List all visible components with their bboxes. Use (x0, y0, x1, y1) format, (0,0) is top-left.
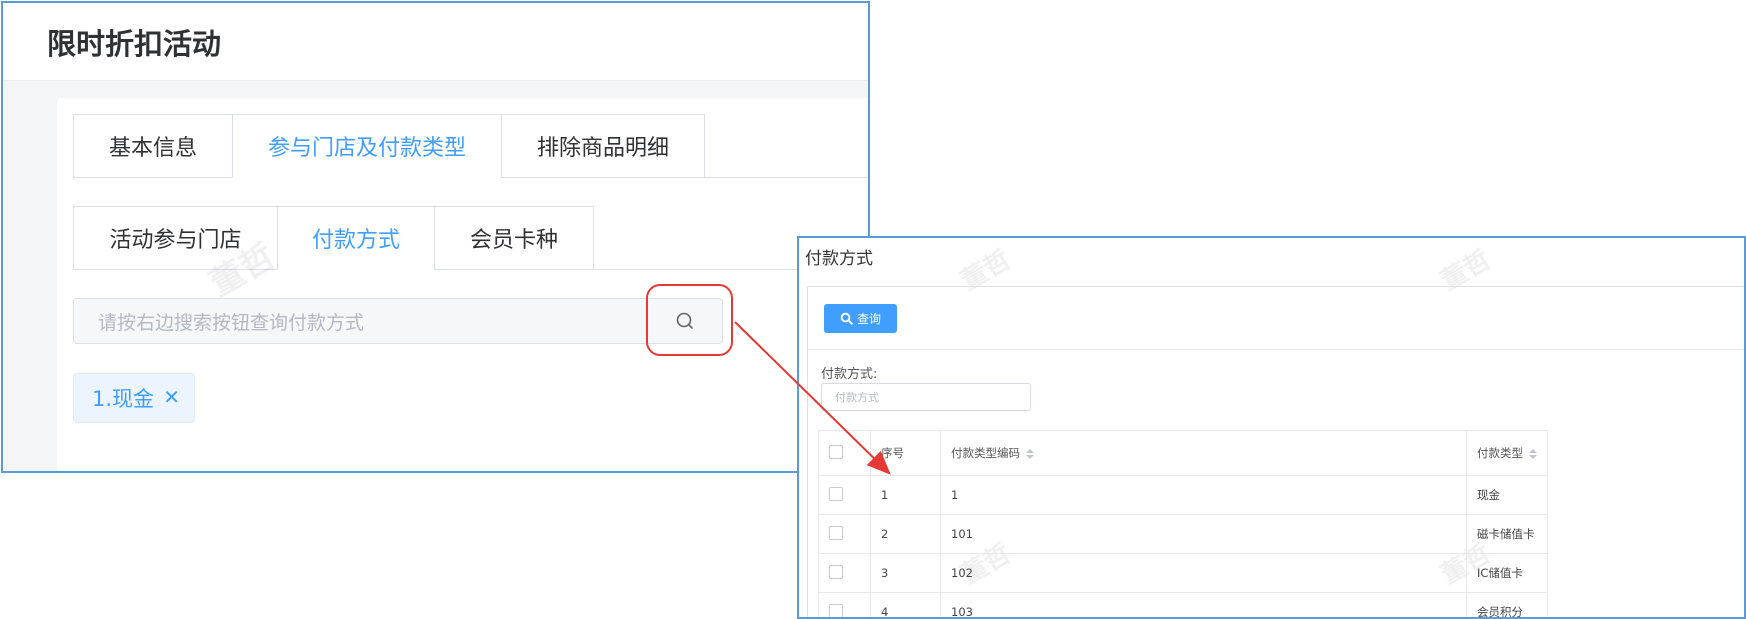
payment-type-table: 序号 付款类型编码 付款类型 1 1 现金 2 101 磁卡储值卡 3 102 … (818, 430, 1548, 617)
sort-icon[interactable] (1026, 448, 1034, 459)
row-select-cell (818, 475, 871, 515)
column-header-type[interactable]: 付款类型 (1466, 430, 1548, 476)
table-row[interactable]: 4 103 会员积分 (818, 592, 1548, 617)
row-checkbox[interactable] (829, 564, 843, 579)
dialog-title: 付款方式 (805, 249, 873, 269)
payment-search-box: 请按右边搜索按钮查询付款方式 (73, 298, 723, 344)
column-header-no: 序号 (870, 430, 941, 476)
page-header: 限时折扣活动 (3, 3, 868, 81)
tab-payment-method[interactable]: 付款方式 (277, 206, 435, 270)
toolbar-divider (808, 349, 1744, 350)
sort-icon[interactable] (1529, 448, 1537, 459)
tab-participating-stores[interactable]: 活动参与门店 (73, 206, 278, 270)
table-row[interactable]: 2 101 磁卡储值卡 (818, 514, 1548, 554)
row-checkbox[interactable] (829, 603, 843, 617)
search-button-highlight (646, 284, 733, 356)
close-icon[interactable]: ✕ (163, 385, 180, 409)
tab-basic-info[interactable]: 基本信息 (73, 114, 233, 178)
tab-excluded-products[interactable]: 排除商品明细 (501, 114, 705, 178)
select-all-checkbox[interactable] (829, 444, 843, 459)
selected-payment-tag: 1.现金 ✕ (73, 373, 195, 423)
column-header-code-label: 付款类型编码 (951, 446, 1020, 460)
row-type: 会员积分 (1466, 592, 1548, 617)
payment-method-dialog: 付款方式 董哲 董哲 董哲 董哲 查询 付款方式: 付款方式 序号 付款类型编码… (797, 236, 1746, 619)
row-code: 103 (940, 592, 1467, 617)
discount-activity-page: 限时折扣活动 基本信息 参与门店及付款类型 排除商品明细 活动参与门店 付款方式… (1, 1, 870, 473)
query-button-label: 查询 (856, 312, 881, 326)
column-header-type-label: 付款类型 (1477, 446, 1523, 460)
row-no: 1 (870, 475, 941, 515)
table-header-row: 序号 付款类型编码 付款类型 (818, 430, 1548, 476)
row-select-cell (818, 553, 871, 593)
table-row[interactable]: 1 1 现金 (818, 475, 1548, 515)
row-no: 4 (870, 592, 941, 617)
row-code: 102 (940, 553, 1467, 593)
select-all-cell (818, 430, 871, 476)
dialog-body: 查询 付款方式: 付款方式 序号 付款类型编码 付款类型 1 1 现金 2 10… (807, 286, 1744, 617)
row-checkbox[interactable] (829, 486, 843, 501)
row-type: 现金 (1466, 475, 1548, 515)
row-select-cell (818, 592, 871, 617)
table-row[interactable]: 3 102 IC储值卡 (818, 553, 1548, 593)
tab-stores-payment[interactable]: 参与门店及付款类型 (232, 114, 502, 178)
search-icon (840, 312, 853, 325)
main-tabs: 基本信息 参与门店及付款类型 排除商品明细 (73, 114, 705, 178)
column-header-code[interactable]: 付款类型编码 (940, 430, 1467, 476)
row-code: 101 (940, 514, 1467, 554)
row-code: 1 (940, 475, 1467, 515)
payment-search-input[interactable]: 请按右边搜索按钮查询付款方式 (74, 299, 647, 343)
row-type: IC储值卡 (1466, 553, 1548, 593)
row-select-cell (818, 514, 871, 554)
row-checkbox[interactable] (829, 525, 843, 540)
tab-member-card-type[interactable]: 会员卡种 (434, 206, 594, 270)
form-card: 基本信息 参与门店及付款类型 排除商品明细 活动参与门店 付款方式 会员卡种 请… (57, 98, 868, 471)
payment-method-input[interactable]: 付款方式 (821, 383, 1031, 411)
tag-label: 1.现金 (92, 387, 155, 411)
query-button[interactable]: 查询 (824, 304, 897, 333)
sub-tabs: 活动参与门店 付款方式 会员卡种 (73, 206, 594, 270)
row-no: 2 (870, 514, 941, 554)
row-type: 磁卡储值卡 (1466, 514, 1548, 554)
row-no: 3 (870, 553, 941, 593)
payment-method-label: 付款方式: (821, 367, 878, 382)
page-title: 限时折扣活动 (47, 27, 222, 61)
